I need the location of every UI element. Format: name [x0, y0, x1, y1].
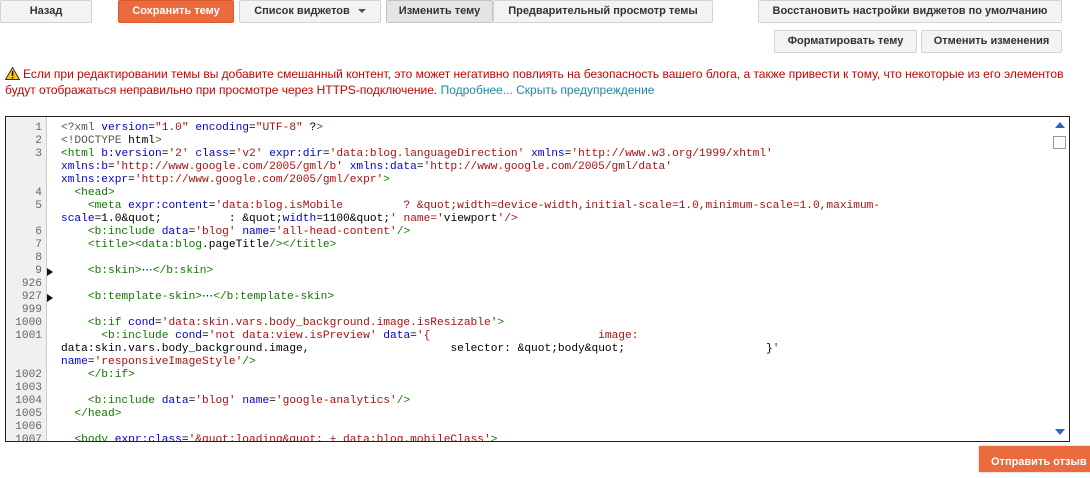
code-line: 6 <b:include data='blog' name='all-head-… — [6, 226, 1046, 239]
code-text: <head> — [74, 187, 115, 199]
mixed-content-warning: Если при редактировании темы вы добавите… — [5, 66, 1075, 98]
code-editor[interactable]: 1 <?xml version="1.0" encoding="UTF-8" ?>… — [5, 116, 1070, 442]
code-line: 1004 <b:include data='blog' name='google… — [6, 395, 1046, 408]
code-area[interactable]: 1 <?xml version="1.0" encoding="UTF-8" ?>… — [6, 122, 1046, 442]
code-text: <b:if cond='data:skin.vars.body_backgrou… — [87, 317, 505, 329]
line-number: 1007 — [15, 434, 42, 442]
code-text: <b:skin>⋯</b:skin> — [87, 265, 214, 277]
code-line: 4 <head> — [6, 187, 1046, 200]
code-line: 999 — [6, 304, 1046, 317]
code-line: 8 — [6, 252, 1046, 265]
line-number: 1003 — [15, 382, 42, 394]
code-line: 927 <b:template-skin>⋯</b:template-skin> — [6, 291, 1046, 304]
code-text: data:skin.vars.body_background.image, se… — [61, 343, 780, 355]
scroll-down-arrow-icon[interactable] — [1055, 429, 1065, 435]
line-number: 2 — [35, 135, 42, 147]
code-line: 1002 </b:if> — [6, 369, 1046, 382]
line-number: 1005 — [15, 408, 42, 420]
code-text: <b:include data='blog' name='all-head-co… — [87, 226, 411, 238]
code-text: xmlns:b='http://www.google.com/2005/gml/… — [61, 161, 672, 173]
code-line: xmlns:expr='http://www.google.com/2005/g… — [6, 174, 1046, 187]
line-number: 999 — [21, 304, 42, 316]
code-text: <body expr:class='&quot;loading&quot; + … — [74, 434, 498, 442]
code-line: data:skin.vars.body_background.image, se… — [6, 343, 1046, 356]
line-number: 4 — [35, 187, 42, 199]
code-line: 2 <!DOCTYPE html> — [6, 135, 1046, 148]
format-theme-button[interactable]: Форматировать тему — [774, 30, 917, 53]
line-number: 3 — [35, 148, 42, 160]
vertical-scrollbar[interactable] — [1051, 117, 1069, 441]
line-number: 1002 — [15, 369, 42, 381]
code-line: 1000 <b:if cond='data:skin.vars.body_bac… — [6, 317, 1046, 330]
line-number: 7 — [35, 239, 42, 251]
scrollbar-thumb[interactable] — [1053, 136, 1066, 149]
code-line: 1 <?xml version="1.0" encoding="UTF-8" ?> — [6, 122, 1046, 135]
code-line: 1007 <body expr:class='&quot;loading&quo… — [6, 434, 1046, 442]
code-text: <html b:version='2' class='v2' expr:dir=… — [61, 148, 773, 160]
learn-more-link[interactable]: Подробнее... — [441, 83, 513, 97]
warning-triangle-icon — [5, 67, 20, 80]
line-number: 1000 — [15, 317, 42, 329]
code-line: 926 — [6, 278, 1046, 291]
code-text: <meta expr:content='data:blog.isMobile ?… — [87, 200, 881, 212]
back-button[interactable]: Назад — [0, 0, 92, 23]
code-line: 1006 — [6, 421, 1046, 434]
code-text: </head> — [74, 408, 122, 420]
line-number: 9 — [35, 265, 42, 277]
code-line: name='responsiveImageStyle'/> — [6, 356, 1046, 369]
code-text: <b:template-skin>⋯</b:template-skin> — [87, 291, 335, 303]
code-text: scale=1.0&quot; : &quot;width=1100&quot;… — [61, 213, 518, 225]
line-number: 926 — [21, 278, 42, 290]
code-text: </b:if> — [87, 369, 135, 381]
edit-theme-button[interactable]: Изменить тему — [386, 0, 493, 23]
code-text: <!DOCTYPE html> — [61, 135, 162, 147]
code-text: <b:include data='blog' name='google-anal… — [87, 395, 411, 407]
chevron-down-icon — [357, 9, 366, 14]
line-number: 1004 — [15, 395, 42, 407]
line-number: 5 — [35, 200, 42, 212]
code-line: scale=1.0&quot; : &quot;width=1100&quot;… — [6, 213, 1046, 226]
save-theme-button[interactable]: Сохранить тему — [118, 0, 234, 23]
line-number: 927 — [21, 291, 42, 303]
preview-theme-button[interactable]: Предварительный просмотр темы — [493, 0, 713, 23]
code-line: 1001 <b:include cond='not data:view.isPr… — [6, 330, 1046, 343]
hide-warning-link[interactable]: Скрыть предупреждение — [516, 83, 654, 97]
line-number: 1006 — [15, 421, 42, 433]
code-line: 9 <b:skin>⋯</b:skin> — [6, 265, 1046, 278]
code-text: name='responsiveImageStyle'/> — [61, 356, 256, 368]
line-number: 8 — [35, 252, 42, 264]
code-line: 1003 — [6, 382, 1046, 395]
code-line: xmlns:b='http://www.google.com/2005/gml/… — [6, 161, 1046, 174]
send-feedback-button[interactable]: Отправить отзыв — [979, 446, 1090, 472]
code-text: <?xml version="1.0" encoding="UTF-8" ?> — [61, 122, 323, 134]
scroll-up-arrow-icon[interactable] — [1055, 122, 1065, 128]
undo-changes-button[interactable]: Отменить изменения — [921, 30, 1062, 53]
restore-widgets-button[interactable]: Восстановить настройки виджетов по умолч… — [758, 0, 1062, 23]
code-line: 7 <title><data:blog.pageTitle/></title> — [6, 239, 1046, 252]
widget-list-dropdown[interactable]: Список виджетов — [239, 0, 381, 23]
code-text: xmlns:expr='http://www.google.com/2005/g… — [61, 174, 390, 186]
line-number: 6 — [35, 226, 42, 238]
code-line: 3 <html b:version='2' class='v2' expr:dir… — [6, 148, 1046, 161]
widget-list-label: Список виджетов — [254, 5, 350, 17]
line-number: 1 — [35, 122, 42, 134]
fold-arrow-icon[interactable] — [47, 294, 53, 302]
code-text: <b:include cond='not data:view.isPreview… — [101, 330, 639, 342]
code-text: <title><data:blog.pageTitle/></title> — [87, 239, 337, 251]
code-line: 5 <meta expr:content='data:blog.isMobile… — [6, 200, 1046, 213]
fold-arrow-icon[interactable] — [47, 268, 53, 276]
line-number: 1001 — [15, 330, 42, 342]
code-line: 1005 </head> — [6, 408, 1046, 421]
